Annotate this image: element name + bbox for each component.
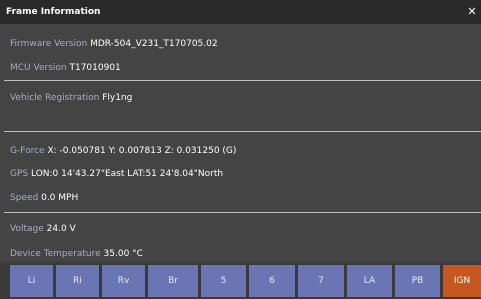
voltage-row: Voltage 24.0 V xyxy=(10,224,76,234)
firmware-label: Firmware Version xyxy=(10,39,88,49)
registration-label: Vehicle Registration xyxy=(10,93,100,103)
registration-value: Fly1ng xyxy=(102,93,133,103)
divider xyxy=(4,212,481,213)
gps-row: GPS LON:0 14'43.27"East LAT:51 24'8.04"N… xyxy=(10,169,223,179)
gps-label: GPS xyxy=(10,169,29,179)
temperature-row: Device Temperature 35.00 °C xyxy=(10,249,143,259)
divider xyxy=(4,131,481,132)
mcu-row: MCU Version T17010901 xyxy=(10,63,121,73)
gforce-row: G-Force X: -0.050781 Y: 0.007813 Z: 0.03… xyxy=(10,146,236,156)
rv-button[interactable]: Rv xyxy=(102,265,145,297)
firmware-value: MDR-504_V231_T170705.02 xyxy=(90,39,218,49)
firmware-row: Firmware Version MDR-504_V231_T170705.02 xyxy=(10,39,218,49)
divider xyxy=(4,80,481,81)
gforce-label: G-Force xyxy=(10,146,45,156)
info-panel: Firmware Version MDR-504_V231_T170705.02… xyxy=(0,24,481,262)
voltage-label: Voltage xyxy=(10,224,44,234)
button-bar: Li Ri Rv Br 5 6 7 LA PB IGN xyxy=(0,262,481,299)
ri-button[interactable]: Ri xyxy=(56,265,99,297)
pb-button[interactable]: PB xyxy=(395,265,440,297)
voltage-value: 24.0 V xyxy=(46,224,76,234)
speed-value: 0.0 MPH xyxy=(41,193,79,203)
temperature-value: 35.00 °C xyxy=(103,249,143,259)
li-button[interactable]: Li xyxy=(10,265,53,297)
br-button[interactable]: Br xyxy=(148,265,198,297)
la-button[interactable]: LA xyxy=(347,265,392,297)
mcu-label: MCU Version xyxy=(10,63,67,73)
title-bar: Frame Information ✕ xyxy=(0,0,481,24)
mcu-value: T17010901 xyxy=(69,63,121,73)
button-7[interactable]: 7 xyxy=(298,265,344,297)
speed-label: Speed xyxy=(10,193,39,203)
gps-value: LON:0 14'43.27"East LAT:51 24'8.04"North xyxy=(31,169,224,179)
ign-button[interactable]: IGN xyxy=(443,265,481,297)
button-6[interactable]: 6 xyxy=(249,265,295,297)
temperature-label: Device Temperature xyxy=(10,249,101,259)
window-title: Frame Information xyxy=(6,7,101,17)
close-icon[interactable]: ✕ xyxy=(465,0,479,24)
speed-row: Speed 0.0 MPH xyxy=(10,193,78,203)
gforce-value: X: -0.050781 Y: 0.007813 Z: 0.031250 (G) xyxy=(47,146,237,156)
button-5[interactable]: 5 xyxy=(201,265,246,297)
registration-row: Vehicle Registration Fly1ng xyxy=(10,93,132,103)
